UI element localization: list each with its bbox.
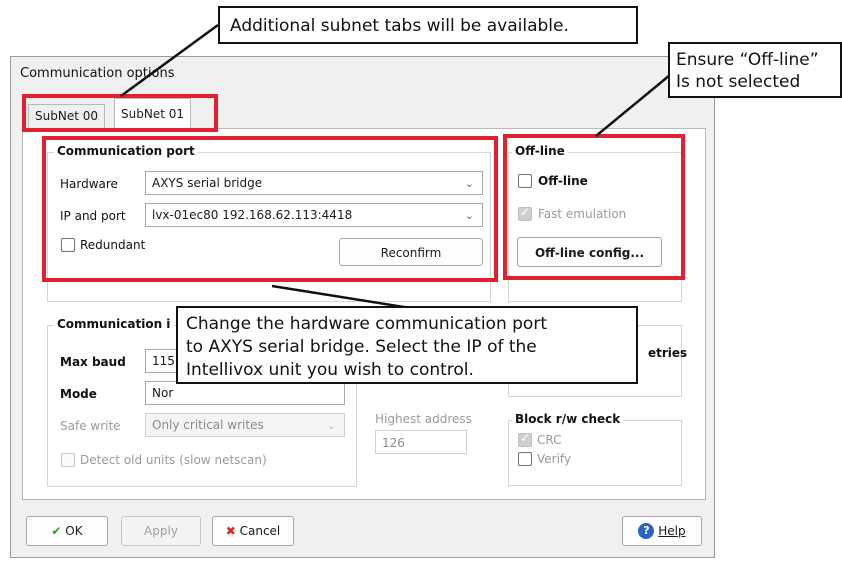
callout-subnet-tabs: Additional subnet tabs will be available… [218,6,638,44]
callout-offline-line2: Is not selected [676,72,801,92]
callout-hardware-port: Change the hardware communication port t… [176,306,638,384]
callout-hardware-line3: Intellivox unit you wish to control. [186,360,474,380]
callout-hardware-line1: Change the hardware communication port [186,314,547,334]
callout-hardware-line2: to AXYS serial bridge. Select the IP of … [186,337,537,357]
callout-offline-line1: Ensure “Off-line” [676,50,819,70]
callout-subnet-tabs-text: Additional subnet tabs will be available… [230,16,569,36]
callout-offline: Ensure “Off-line” Is not selected [668,42,842,98]
tab-subnet-01[interactable]: SubNet 01 [114,98,191,128]
